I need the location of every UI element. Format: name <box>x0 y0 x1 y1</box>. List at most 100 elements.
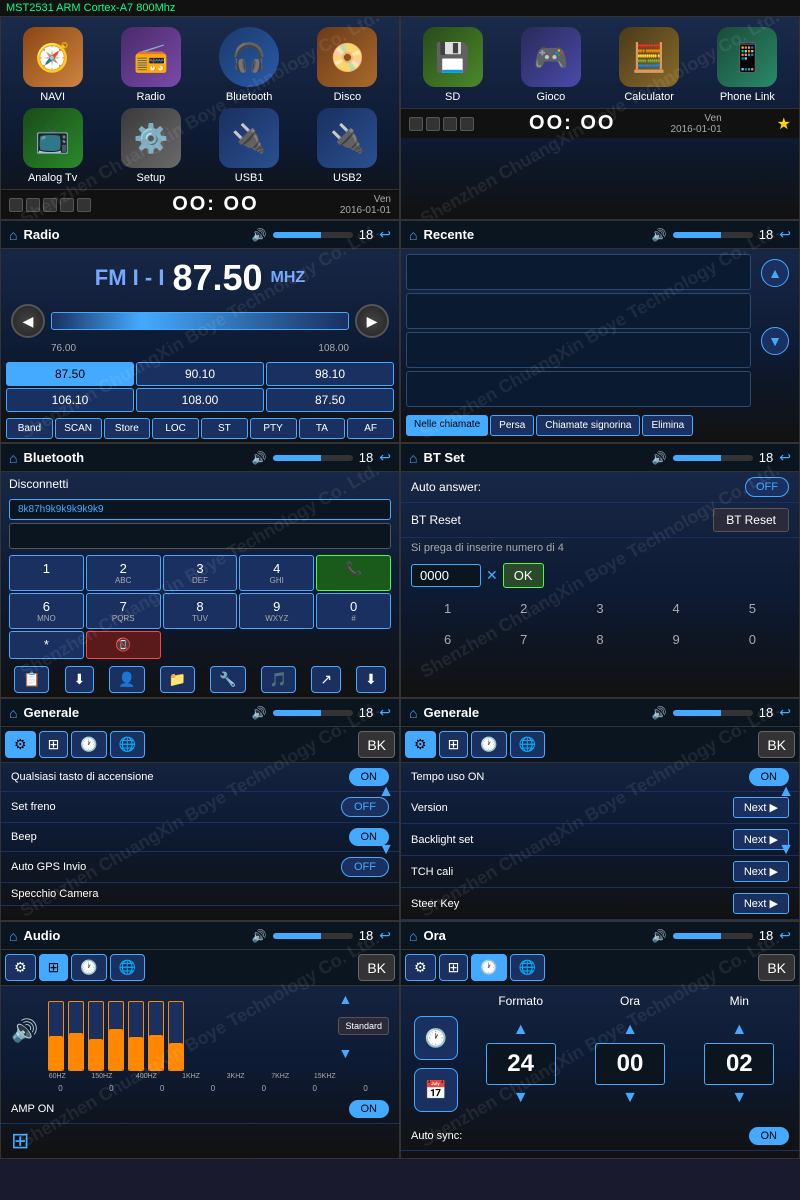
tch-next-btn[interactable]: Next ▶ <box>733 861 789 882</box>
app-gioco[interactable]: 🎮 Gioco <box>504 27 597 103</box>
numpad-8[interactable]: 8TUV <box>163 593 238 629</box>
ctrl-st[interactable]: ST <box>201 418 248 439</box>
eq-scroll-up[interactable]: ▲ <box>338 991 389 1007</box>
audio-tab-bk[interactable]: BK <box>358 954 395 981</box>
btset-pin-input[interactable] <box>411 564 481 587</box>
numpad-9[interactable]: 9WXYZ <box>239 593 314 629</box>
btkey-2[interactable]: 2 <box>512 597 535 620</box>
eq-track-1[interactable] <box>48 1001 64 1071</box>
btkey-6[interactable]: 6 <box>436 628 459 651</box>
numpad-3[interactable]: 3DEF <box>163 555 238 591</box>
eq-track-3[interactable] <box>88 1001 104 1071</box>
numpad-1[interactable]: 1 <box>9 555 84 591</box>
eq-scroll-down[interactable]: ▼ <box>338 1045 389 1061</box>
bt-icon-6[interactable]: 🎵 <box>261 666 296 693</box>
ora-tab-gear[interactable]: ⚙ <box>405 954 436 981</box>
radio-next-btn[interactable]: ▶ <box>355 304 389 338</box>
home-icon-ora[interactable]: ⌂ <box>409 928 417 944</box>
tab-chiamate-signorina[interactable]: Chiamate signorina <box>536 415 640 436</box>
calendar-icon-btn[interactable]: 📅 <box>414 1068 458 1112</box>
home-icon-audio[interactable]: ⌂ <box>9 928 17 944</box>
btset-back-icon[interactable]: ↩ <box>779 449 791 466</box>
bt-back-icon[interactable]: ↩ <box>379 449 391 466</box>
app-bluetooth[interactable]: 🎧 Bluetooth <box>203 27 296 103</box>
tab-nelle-chiamate[interactable]: Nelle chiamate <box>406 415 488 436</box>
ctrl-band[interactable]: Band <box>6 418 53 439</box>
tab-gear-r[interactable]: ⚙ <box>405 731 436 758</box>
audio-back-icon[interactable]: ↩ <box>379 927 391 944</box>
numpad-0[interactable]: 0# <box>316 593 391 629</box>
ctrl-scan[interactable]: SCAN <box>55 418 102 439</box>
audio-tab-clock[interactable]: 🕐 <box>71 954 106 981</box>
formato-down-arrow[interactable]: ▼ <box>471 1089 570 1107</box>
btset-ok-btn[interactable]: OK <box>503 563 544 588</box>
scroll-up-gen-right[interactable]: ▲ <box>778 783 794 801</box>
recente-scroll-down[interactable]: ▼ <box>761 327 789 355</box>
bt-icon-4[interactable]: 📁 <box>160 666 195 693</box>
tab-gear[interactable]: ⚙ <box>5 731 36 758</box>
tab-bk[interactable]: BK <box>358 731 395 758</box>
ctrl-ta[interactable]: TA <box>299 418 346 439</box>
home-icon-btset[interactable]: ⌂ <box>409 450 417 466</box>
eq-track-5[interactable] <box>128 1001 144 1071</box>
numpad-call[interactable]: 📞 <box>316 555 391 591</box>
home-icon-gen-left[interactable]: ⌂ <box>9 705 17 721</box>
gen-left-back-icon[interactable]: ↩ <box>379 704 391 721</box>
btkey-5[interactable]: 5 <box>741 597 764 620</box>
amp-toggle[interactable]: ON <box>349 1100 390 1118</box>
tab-elimina[interactable]: Elimina <box>642 415 693 436</box>
scroll-down-gen-right[interactable]: ▼ <box>778 841 794 859</box>
eq-track-6[interactable] <box>148 1001 164 1071</box>
btkey-3[interactable]: 3 <box>588 597 611 620</box>
radio-back-icon[interactable]: ↩ <box>379 226 391 243</box>
app-usb2[interactable]: 🔌 USB2 <box>301 108 394 184</box>
audio-tab-gear[interactable]: ⚙ <box>5 954 36 981</box>
btkey-0[interactable]: 0 <box>741 628 764 651</box>
gen-right-back-icon[interactable]: ↩ <box>779 704 791 721</box>
preset-3[interactable]: 98.10 <box>266 362 394 386</box>
steer-next-btn[interactable]: Next ▶ <box>733 893 789 914</box>
bt-icon-3[interactable]: 👤 <box>109 666 144 693</box>
app-setup[interactable]: ⚙️ Setup <box>104 108 197 184</box>
recente-back-icon[interactable]: ↩ <box>779 226 791 243</box>
ora-tab-globe[interactable]: 🌐 <box>510 954 545 981</box>
recente-scroll-up[interactable]: ▲ <box>761 259 789 287</box>
eq-preset-knob[interactable]: Standard <box>338 1017 389 1035</box>
tab-globe[interactable]: 🌐 <box>110 731 145 758</box>
home-icon-bt[interactable]: ⌂ <box>9 450 17 466</box>
bt-icon-2[interactable]: ⬇ <box>65 666 95 693</box>
gps-toggle[interactable]: OFF <box>341 857 389 877</box>
preset-5[interactable]: 108.00 <box>136 388 264 412</box>
radio-prev-btn[interactable]: ◀ <box>11 304 45 338</box>
tab-bk-r[interactable]: BK <box>758 731 795 758</box>
app-analogtv[interactable]: 📺 Analog Tv <box>6 108 99 184</box>
tab-persa[interactable]: Persa <box>490 415 534 436</box>
eq-track-2[interactable] <box>68 1001 84 1071</box>
tab-sliders[interactable]: ⊞ <box>39 731 69 758</box>
ctrl-store[interactable]: Store <box>104 418 151 439</box>
numpad-star[interactable]: * <box>9 631 84 659</box>
ctrl-af[interactable]: AF <box>347 418 394 439</box>
btset-reset-btn[interactable]: BT Reset <box>713 508 789 532</box>
app-sd[interactable]: 💾 SD <box>406 27 499 103</box>
app-radio[interactable]: 📻 Radio <box>104 27 197 103</box>
btkey-7[interactable]: 7 <box>512 628 535 651</box>
btkey-4[interactable]: 4 <box>665 597 688 620</box>
ora-tab-bk[interactable]: BK <box>758 954 795 981</box>
tab-clock-r[interactable]: 🕐 <box>471 731 506 758</box>
preset-4[interactable]: 106.10 <box>6 388 134 412</box>
audio-tab-globe[interactable]: 🌐 <box>110 954 145 981</box>
app-navi[interactable]: 🧭 NAVI <box>6 27 99 103</box>
tab-clock[interactable]: 🕐 <box>71 731 106 758</box>
radio-freq-bar[interactable] <box>51 312 349 330</box>
app-usb1[interactable]: 🔌 USB1 <box>203 108 296 184</box>
ora-back-icon[interactable]: ↩ <box>779 927 791 944</box>
numpad-2[interactable]: 2ABC <box>86 555 161 591</box>
home-icon-recente[interactable]: ⌂ <box>409 227 417 243</box>
eq-track-4[interactable] <box>108 1001 124 1071</box>
preset-6[interactable]: 87.50 <box>266 388 394 412</box>
ora-tab-clock[interactable]: 🕐 <box>471 954 506 981</box>
btset-autoanswer-toggle[interactable]: OFF <box>745 477 789 497</box>
ora-down-arrow[interactable]: ▼ <box>580 1089 679 1107</box>
ora-tab-sliders[interactable]: ⊞ <box>439 954 469 981</box>
